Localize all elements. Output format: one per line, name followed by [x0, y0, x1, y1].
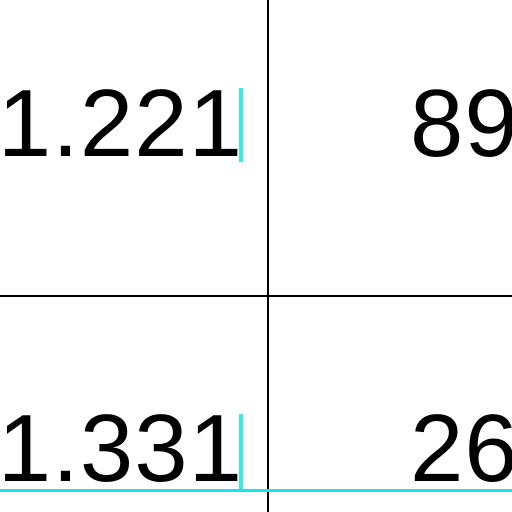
- cell-value: 1.331: [0, 395, 243, 502]
- table-cell[interactable]: 89: [268, 0, 512, 296]
- table-cell[interactable]: 1.221: [0, 0, 267, 296]
- cell-value: 1.221: [0, 70, 243, 177]
- cell-value: 89: [410, 70, 512, 177]
- text-cursor: [239, 414, 243, 490]
- column-divider[interactable]: [267, 0, 269, 512]
- row-divider[interactable]: [0, 295, 512, 297]
- text-cursor: [239, 88, 243, 162]
- table-cell[interactable]: 26: [268, 297, 512, 512]
- spreadsheet-grid: 1.221 89 1.331 26: [0, 0, 512, 512]
- cell-value: 26: [410, 395, 512, 502]
- selection-border: [0, 489, 512, 492]
- table-cell[interactable]: 1.331: [0, 297, 267, 512]
